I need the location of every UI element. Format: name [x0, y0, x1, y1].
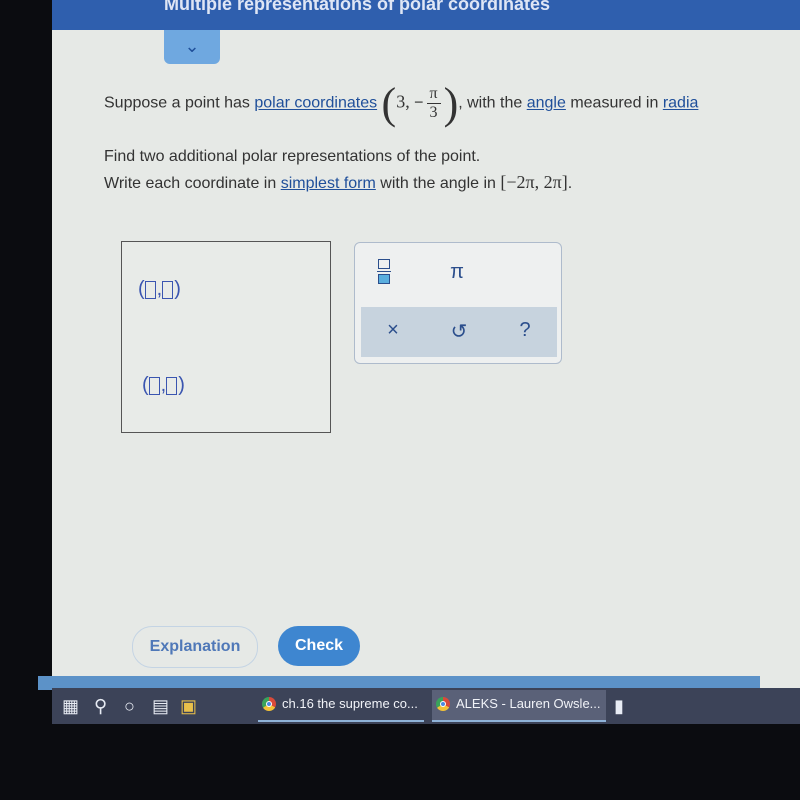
- theta-numerator: π: [426, 85, 441, 104]
- help-icon[interactable]: ?: [505, 319, 545, 342]
- answer-area: (,) (,): [121, 241, 331, 433]
- theta-input-1[interactable]: [162, 280, 174, 299]
- taskbar-item-label: ch.16 the supreme co...: [282, 696, 418, 711]
- angle-link[interactable]: angle: [527, 95, 566, 112]
- windows-start-icon[interactable]: ▦: [62, 696, 79, 717]
- text: , with the: [458, 94, 523, 112]
- taskbar-item-chrome-2[interactable]: ALEKS - Lauren Owsle...: [432, 690, 606, 722]
- taskbar: ▦ ⚲ ○ ▤ ▣ ch.16 the supreme co... ALEKS …: [52, 688, 800, 724]
- keypad-action-row: × ↺ ?: [361, 307, 557, 357]
- browser-screen: Multiple representations of polar coordi…: [52, 0, 800, 690]
- text: Suppose a point has: [104, 94, 250, 112]
- r-input-2[interactable]: [148, 376, 160, 395]
- answer-input-1[interactable]: (,): [138, 278, 181, 301]
- simplest-form-link[interactable]: simplest form: [281, 175, 376, 192]
- file-explorer-icon[interactable]: ▣: [180, 696, 197, 717]
- text: .: [567, 175, 573, 192]
- polar-coordinates-link[interactable]: polar coordinates: [254, 95, 377, 112]
- theta-input-2[interactable]: [166, 376, 178, 395]
- undo-icon[interactable]: ↺: [439, 319, 479, 344]
- coord-r: 3,: [396, 91, 410, 112]
- collapse-button[interactable]: ⌄: [164, 30, 220, 64]
- r-input-1[interactable]: [144, 280, 156, 299]
- open-paren: (: [381, 79, 397, 128]
- taskbar-item-chrome-1[interactable]: ch.16 the supreme co...: [258, 690, 424, 722]
- coord-theta: π3: [426, 85, 441, 122]
- math-keypad: π × ↺ ?: [354, 242, 562, 364]
- question-line-2: Find two additional polar representation…: [104, 148, 481, 165]
- chrome-icon: [436, 697, 450, 711]
- chevron-down-icon: ⌄: [184, 36, 200, 56]
- answer-input-2[interactable]: (,): [142, 374, 185, 397]
- cortana-icon[interactable]: ○: [124, 696, 135, 717]
- coord-sign: −: [414, 94, 424, 112]
- theta-denominator: 3: [429, 104, 438, 121]
- explanation-button[interactable]: Explanation: [132, 626, 258, 668]
- close-paren: ): [443, 79, 459, 128]
- interval: [−2π, 2π]: [500, 172, 568, 192]
- text: Write each coordinate in: [104, 175, 277, 192]
- pi-key[interactable]: π: [437, 261, 477, 284]
- check-button[interactable]: Check: [278, 626, 360, 666]
- question-line-1: Suppose a point has polar coordinates (3…: [104, 78, 698, 129]
- radians-link[interactable]: radia: [663, 95, 699, 112]
- header-bar: Multiple representations of polar coordi…: [52, 0, 800, 30]
- text: with the angle in: [380, 175, 496, 192]
- taskbar-item-label: ALEKS - Lauren Owsle...: [456, 696, 601, 711]
- task-view-icon[interactable]: ▤: [152, 696, 169, 717]
- fraction-icon[interactable]: [377, 259, 391, 284]
- search-icon[interactable]: ⚲: [94, 696, 107, 717]
- text: measured in: [570, 94, 659, 112]
- page-title: Multiple representations of polar coordi…: [164, 0, 551, 14]
- clear-icon[interactable]: ×: [373, 319, 413, 342]
- document-icon[interactable]: ▮: [614, 696, 624, 717]
- chrome-icon: [262, 697, 276, 711]
- question-line-3: Write each coordinate in simplest form w…: [104, 172, 572, 193]
